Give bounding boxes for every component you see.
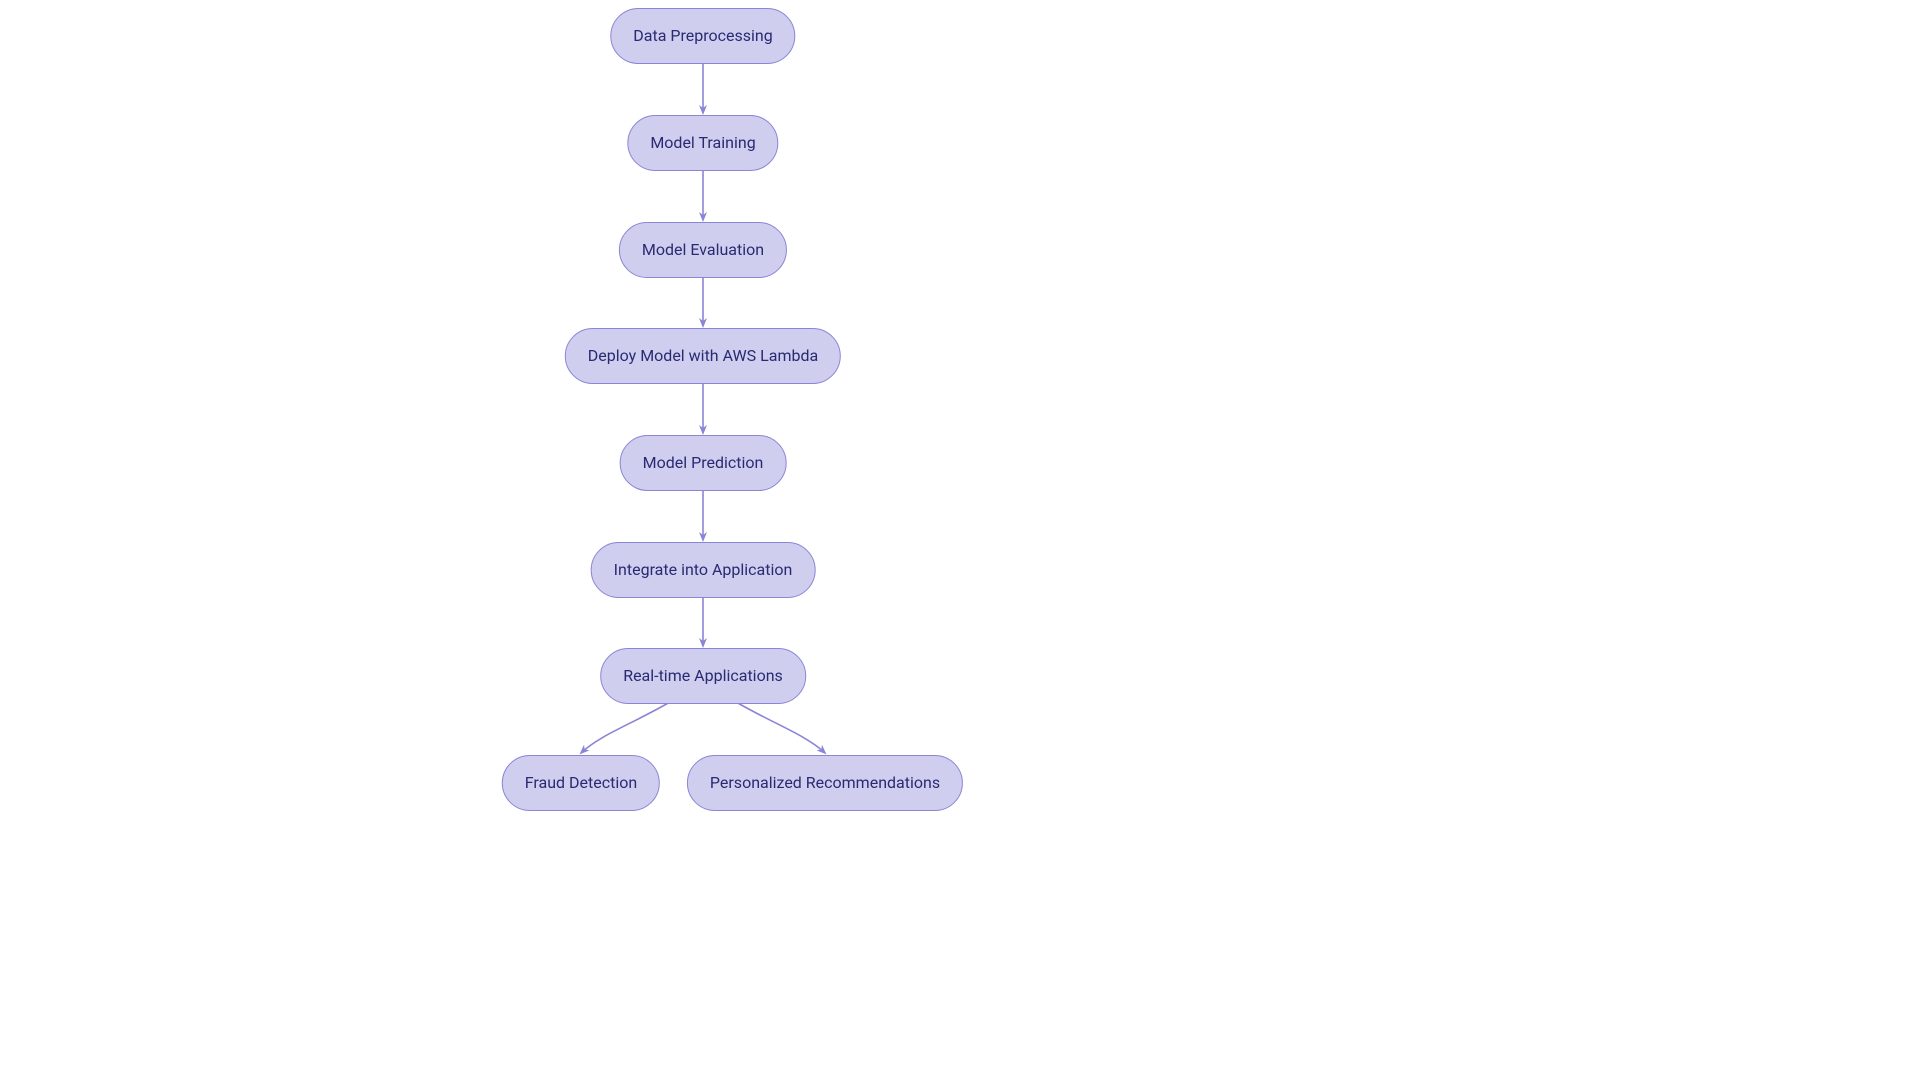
node-label: Model Prediction xyxy=(643,455,764,471)
node-label: Model Training xyxy=(650,135,755,151)
flowchart-canvas: Data Preprocessing Model Training Model … xyxy=(0,0,1920,1080)
node-label: Deploy Model with AWS Lambda xyxy=(588,348,818,364)
node-model-training[interactable]: Model Training xyxy=(627,115,778,171)
node-label: Model Evaluation xyxy=(642,242,764,258)
node-fraud-detection[interactable]: Fraud Detection xyxy=(502,755,660,811)
node-model-prediction[interactable]: Model Prediction xyxy=(620,435,787,491)
node-label: Personalized Recommendations xyxy=(710,775,940,791)
node-data-preprocessing[interactable]: Data Preprocessing xyxy=(610,8,795,64)
node-label: Integrate into Application xyxy=(614,562,793,578)
node-label: Real-time Applications xyxy=(623,668,783,684)
node-integrate-application[interactable]: Integrate into Application xyxy=(591,542,816,598)
node-personalized-recommendations[interactable]: Personalized Recommendations xyxy=(687,755,963,811)
node-label: Fraud Detection xyxy=(525,775,637,791)
node-deploy-lambda[interactable]: Deploy Model with AWS Lambda xyxy=(565,328,841,384)
node-realtime-applications[interactable]: Real-time Applications xyxy=(600,648,806,704)
node-label: Data Preprocessing xyxy=(633,28,772,44)
node-model-evaluation[interactable]: Model Evaluation xyxy=(619,222,787,278)
edges-layer xyxy=(0,0,1920,1080)
edge-realtime-to-fraud xyxy=(581,702,670,753)
edge-realtime-to-recs xyxy=(736,702,825,753)
